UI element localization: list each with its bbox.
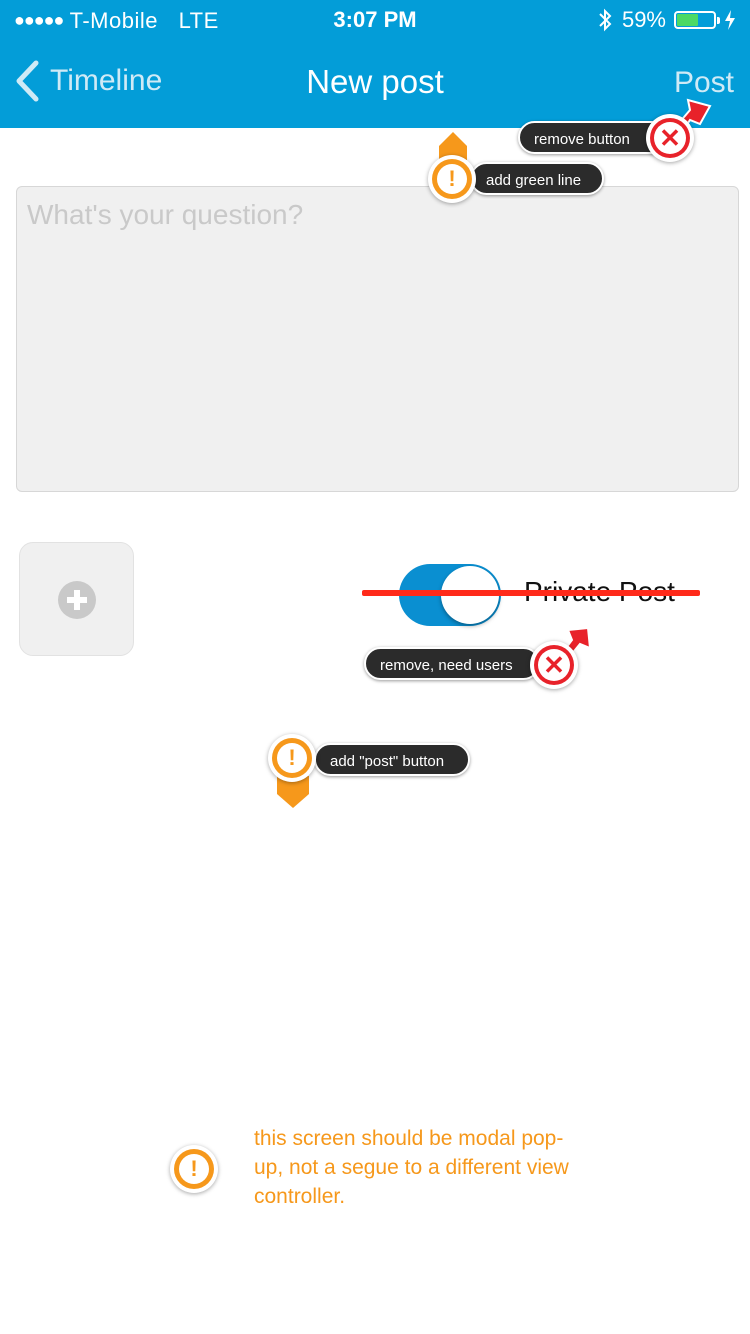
warning-pin-icon: ! — [428, 155, 476, 203]
error-pin-icon: ✕ — [530, 641, 578, 689]
exclamation-icon: ! — [179, 1154, 209, 1184]
annotation-modal-note: this screen should be modal pop-up, not … — [254, 1127, 569, 1208]
question-field — [16, 186, 739, 492]
status-bar: ●●●●● T-Mobile LTE 3:07 PM 59% — [0, 0, 750, 40]
annotation-add-green-line: add green line — [470, 162, 604, 195]
battery-level — [677, 14, 698, 26]
add-photo-button[interactable] — [19, 542, 134, 656]
bluetooth-icon — [599, 8, 612, 32]
charging-icon — [725, 10, 735, 30]
battery-nub — [717, 17, 720, 24]
exclamation-icon: ! — [437, 164, 467, 194]
post-button[interactable]: Post — [674, 66, 734, 100]
page-title: New post — [306, 63, 444, 100]
navigation-bar: Timeline New post Post — [0, 40, 750, 128]
annotation-add-post-button: add "post" button — [314, 743, 470, 776]
plus-circle-icon — [58, 581, 96, 619]
battery-percent: 59% — [621, 7, 666, 32]
status-right: 59% — [598, 7, 736, 33]
warning-pin-icon: ! — [268, 734, 316, 782]
exclamation-icon: ! — [277, 743, 307, 773]
error-pin-icon: ✕ — [646, 114, 694, 162]
question-input[interactable] — [17, 187, 738, 491]
close-icon: ✕ — [538, 649, 570, 681]
strikethrough-line — [362, 590, 700, 596]
warning-pin-icon: ! — [170, 1145, 218, 1193]
battery-icon — [674, 11, 720, 29]
app-header: ●●●●● T-Mobile LTE 3:07 PM 59% Timeline — [0, 0, 750, 128]
annotation-remove-need-users: remove, need users — [364, 647, 540, 680]
close-icon: ✕ — [654, 122, 686, 154]
